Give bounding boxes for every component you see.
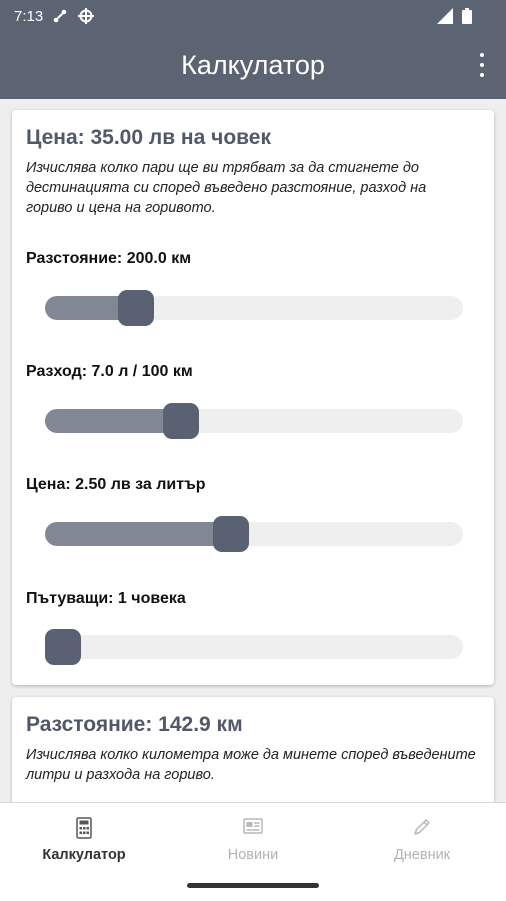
nav-label-news: Новини — [227, 847, 279, 863]
page-title: Калкулатор — [181, 50, 325, 80]
distance-description: Изчислява колко километра може да минете… — [26, 747, 476, 783]
main-content: Цена: 35.00 лв на човек Изчислява колко … — [0, 99, 506, 802]
consumption-slider[interactable] — [45, 403, 463, 439]
distance-result-title: Разстояние: 142.9 км — [26, 713, 243, 736]
consumption-label: Разход: 7.0 л / 100 км — [26, 363, 193, 380]
consumption-slider-thumb[interactable] — [163, 403, 200, 439]
travelers-label: Пътуващи: 1 човека — [26, 590, 186, 607]
more-vert-icon[interactable] — [478, 53, 486, 77]
price-description: Изчислява колко пари ще ви трябват за да… — [26, 160, 427, 216]
travelers-slider-thumb[interactable] — [45, 629, 81, 665]
fuel-price-label: Цена: 2.50 лв за литър — [26, 476, 206, 493]
newspaper-icon — [169, 817, 337, 839]
distance-label: Разстояние: 200.0 км — [26, 250, 192, 267]
nav-label-journal: Дневник — [393, 847, 451, 863]
signal-icon — [437, 8, 455, 27]
pencil-icon — [338, 817, 506, 839]
status-bar: 7:13 — [0, 0, 506, 33]
nav-item-news[interactable]: Новини — [169, 803, 337, 873]
distance-slider-thumb[interactable] — [117, 290, 154, 326]
app-bar: Калкулатор — [0, 33, 506, 99]
price-result-title: Цена: 35.00 лв на човек — [26, 126, 271, 149]
distance-slider[interactable] — [45, 290, 463, 326]
fuel-price-slider[interactable] — [45, 516, 463, 552]
price-calculator-card: Цена: 35.00 лв на човек Изчислява колко … — [12, 110, 494, 685]
status-time: 7:13 — [14, 8, 44, 25]
consumption-slider-fill — [45, 409, 182, 433]
fuel-price-slider-thumb[interactable] — [213, 516, 250, 552]
nav-item-calculator[interactable]: Калкулатор — [0, 803, 168, 873]
battery-icon — [462, 8, 472, 27]
calculator-icon — [0, 817, 168, 839]
share-icon — [52, 8, 68, 27]
gesture-bar[interactable] — [187, 883, 319, 888]
crosshair-icon — [78, 8, 94, 27]
nav-label-calculator: Калкулатор — [42, 847, 126, 863]
bottom-navigation: Калкулатор Новини Дневник — [0, 802, 506, 901]
fuel-price-slider-fill — [45, 522, 232, 546]
distance-calculator-card: Разстояние: 142.9 км Изчислява колко кил… — [12, 697, 494, 802]
nav-item-journal[interactable]: Дневник — [338, 803, 506, 873]
travelers-slider[interactable] — [45, 629, 463, 665]
